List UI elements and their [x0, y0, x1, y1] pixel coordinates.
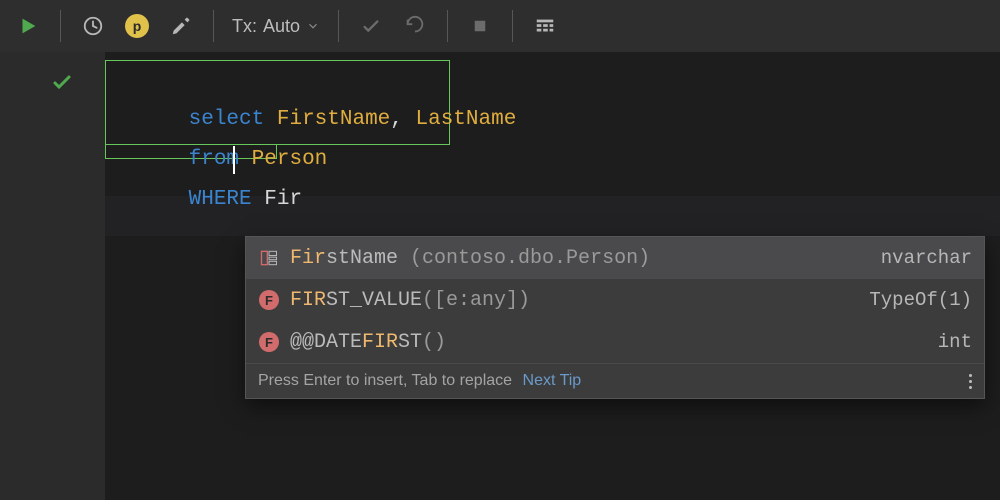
code-line-1: select FirstName, LastName	[105, 60, 1000, 100]
data-view-button[interactable]	[525, 6, 565, 46]
typed-prefix: Fir	[264, 188, 302, 211]
gutter	[0, 52, 105, 500]
function-icon: F	[258, 289, 280, 311]
autocomplete-hint: Press Enter to insert, Tab to replace Ne…	[258, 372, 581, 390]
autocomplete-footer: Press Enter to insert, Tab to replace Ne…	[246, 363, 984, 398]
code-line-3: WHERE Fir	[105, 140, 1000, 180]
autocomplete-item-first-value[interactable]: F FIRST_VALUE([e:any]) TypeOf(1)	[246, 279, 984, 321]
autocomplete-item-type: TypeOf(1)	[869, 289, 972, 311]
toolbar-separator	[213, 10, 214, 42]
text-caret	[233, 146, 235, 174]
autocomplete-item-firstname[interactable]: FirstName (contoso.dbo.Person) nvarchar	[246, 237, 984, 279]
toolbar-separator	[512, 10, 513, 42]
tx-value: Auto	[263, 16, 300, 37]
commit-button[interactable]	[351, 6, 391, 46]
autocomplete-item-label: FirstName (contoso.dbo.Person)	[290, 247, 871, 270]
stop-button[interactable]	[460, 6, 500, 46]
rollback-button[interactable]	[395, 6, 435, 46]
tx-label: Tx:	[232, 16, 257, 37]
statement-ok-icon	[50, 70, 74, 101]
more-icon[interactable]	[969, 374, 972, 389]
tx-mode-dropdown[interactable]: Tx: Auto	[226, 6, 326, 46]
toolbar-separator	[60, 10, 61, 42]
next-tip-link[interactable]: Next Tip	[523, 372, 582, 389]
toolbar: p Tx: Auto	[0, 0, 1000, 52]
history-button[interactable]	[73, 6, 113, 46]
column-icon	[258, 247, 280, 269]
settings-button[interactable]	[161, 6, 201, 46]
autocomplete-item-type: int	[938, 331, 972, 353]
function-icon: F	[258, 331, 280, 353]
autocomplete-item-datefirst[interactable]: F @@DATEFIRST() int	[246, 321, 984, 363]
autocomplete-item-type: nvarchar	[881, 247, 972, 269]
code-editor[interactable]: select FirstName, LastName from Person W…	[105, 52, 1000, 500]
code-line-2: from Person	[105, 100, 1000, 140]
playground-badge[interactable]: p	[117, 6, 157, 46]
keyword-where: WHERE	[189, 188, 252, 211]
autocomplete-item-label: FIRST_VALUE([e:any])	[290, 289, 859, 312]
chevron-down-icon	[306, 19, 320, 33]
autocomplete-item-label: @@DATEFIRST()	[290, 331, 928, 354]
toolbar-separator	[338, 10, 339, 42]
autocomplete-popup: FirstName (contoso.dbo.Person) nvarchar …	[245, 236, 985, 399]
editor-area: select FirstName, LastName from Person W…	[0, 52, 1000, 500]
run-button[interactable]	[8, 6, 48, 46]
toolbar-separator	[447, 10, 448, 42]
